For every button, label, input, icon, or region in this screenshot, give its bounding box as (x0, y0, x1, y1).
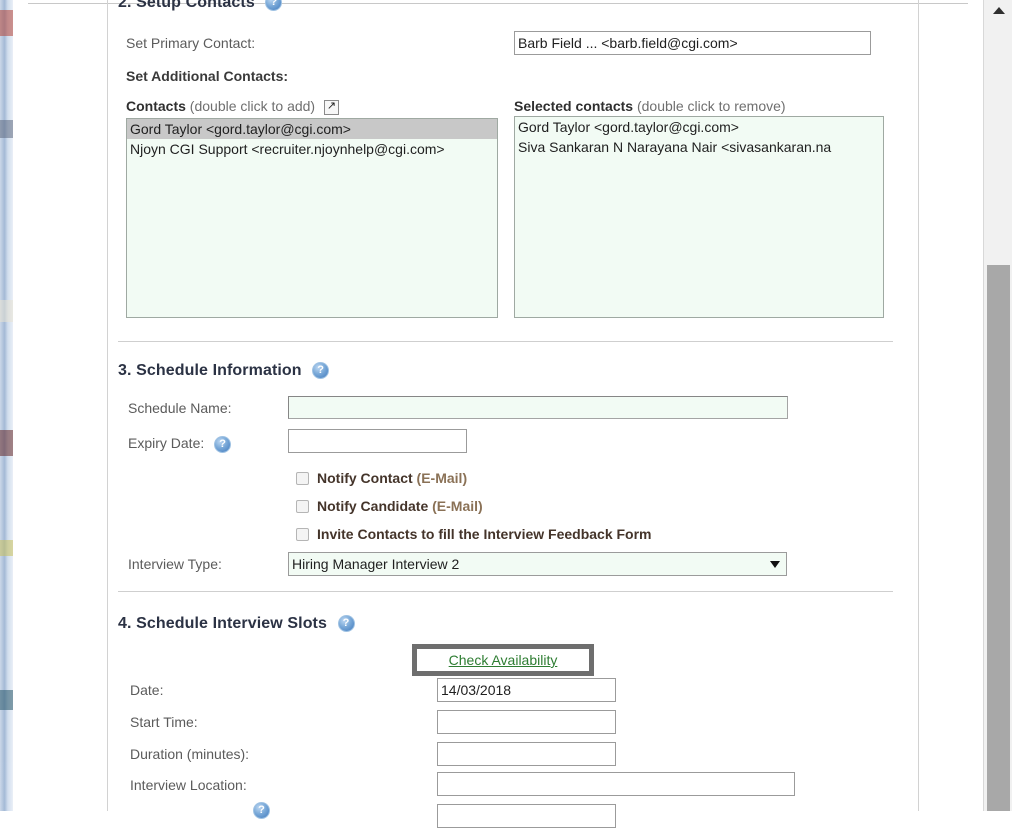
chevron-down-icon (770, 560, 780, 568)
checkbox-icon[interactable] (296, 527, 309, 541)
contacts-list-hint: (double click to add) (189, 98, 316, 114)
interview-schedule-form: 2. Setup Contacts Set Primary Contact: S… (105, 0, 920, 828)
expiry-date-input[interactable] (288, 429, 467, 453)
primary-contact-label: Set Primary Contact: (126, 35, 256, 51)
checkbox-icon[interactable] (296, 499, 309, 513)
notify-candidate-checkbox-row[interactable]: Notify Candidate (E-Mail) (296, 498, 483, 514)
vertical-scrollbar[interactable] (983, 0, 1012, 811)
interview-location-label: Interview Location: (130, 777, 247, 793)
notify-contact-checkbox-row[interactable]: Notify Contact (E-Mail) (296, 470, 467, 486)
interview-location-input[interactable] (437, 772, 795, 796)
next-field-input-partial[interactable] (437, 804, 616, 828)
section-divider-1 (118, 341, 893, 342)
duration-input[interactable] (437, 742, 616, 766)
section-heading-schedule-information: 3. Schedule Information (118, 362, 330, 380)
section-heading-setup-contacts: 2. Setup Contacts (118, 0, 283, 12)
help-icon-partial-wrap (247, 801, 270, 819)
help-icon[interactable] (312, 362, 330, 380)
primary-contact-input[interactable] (514, 31, 871, 55)
start-time-label: Start Time: (130, 714, 198, 730)
duration-label: Duration (minutes): (130, 746, 250, 762)
list-item[interactable]: Gord Taylor <gord.taylor@cgi.com> (515, 117, 883, 137)
contacts-listbox[interactable]: Gord Taylor <gord.taylor@cgi.com> Njoyn … (126, 118, 498, 318)
selected-contacts-title: Selected contacts (514, 98, 634, 114)
checkbox-icon[interactable] (296, 471, 309, 485)
list-item[interactable]: Njoyn CGI Support <recruiter.njoynhelp@c… (127, 139, 497, 159)
expiry-date-label-wrap: Expiry Date: (128, 435, 232, 453)
section-divider-2 (118, 591, 893, 592)
scroll-up-button[interactable] (984, 0, 1012, 20)
interview-type-value: Hiring Manager Interview 2 (292, 556, 460, 572)
popout-icon[interactable] (323, 99, 339, 115)
contacts-list-title: Contacts (126, 98, 186, 114)
help-icon[interactable] (214, 435, 232, 453)
section-heading-schedule-slots: 4. Schedule Interview Slots (118, 615, 355, 633)
list-item[interactable]: Gord Taylor <gord.taylor@cgi.com> (127, 119, 497, 139)
contacts-list-header: Contacts (double click to add) (126, 98, 339, 115)
help-icon[interactable] (337, 615, 355, 633)
notify-contact-suffix: (E-Mail) (412, 470, 468, 486)
selected-contacts-header: Selected contacts (double click to remov… (514, 98, 786, 114)
invite-contacts-label: Invite Contacts to fill the Interview Fe… (317, 526, 652, 542)
section-4-title: 4. Schedule Interview Slots (118, 615, 327, 632)
help-icon[interactable] (253, 801, 270, 819)
date-input[interactable] (437, 678, 616, 702)
notify-candidate-label: Notify Candidate (E-Mail) (317, 498, 483, 514)
notify-candidate-suffix: (E-Mail) (428, 498, 483, 514)
scrollbar-thumb[interactable] (987, 265, 1010, 811)
expiry-date-label: Expiry Date: (128, 435, 205, 451)
notify-contact-text: Notify Contact (317, 470, 413, 486)
page-canvas: 2. Setup Contacts Set Primary Contact: S… (13, 0, 1012, 828)
section-2-title: 2. Setup Contacts (118, 0, 255, 11)
browser-left-edge (0, 0, 13, 811)
schedule-name-input[interactable] (288, 396, 788, 419)
notify-candidate-text: Notify Candidate (317, 498, 429, 514)
additional-contacts-label: Set Additional Contacts: (126, 68, 289, 84)
date-label: Date: (130, 682, 164, 698)
help-icon[interactable] (265, 0, 283, 12)
interview-type-select[interactable]: Hiring Manager Interview 2 (288, 552, 787, 576)
selected-contacts-hint: (double click to remove) (636, 98, 786, 114)
schedule-name-label: Schedule Name: (128, 400, 232, 416)
notify-contact-label: Notify Contact (E-Mail) (317, 470, 467, 486)
invite-contacts-checkbox-row[interactable]: Invite Contacts to fill the Interview Fe… (296, 526, 652, 542)
list-item[interactable]: Siva Sankaran N Narayana Nair <sivasanka… (515, 137, 883, 157)
start-time-input[interactable] (437, 710, 616, 734)
check-availability-link[interactable]: Check Availability (422, 651, 584, 669)
section-3-title: 3. Schedule Information (118, 362, 302, 379)
selected-contacts-listbox[interactable]: Gord Taylor <gord.taylor@cgi.com> Siva S… (514, 116, 884, 318)
triangle-up-icon (992, 6, 1005, 14)
interview-type-label: Interview Type: (128, 556, 222, 572)
